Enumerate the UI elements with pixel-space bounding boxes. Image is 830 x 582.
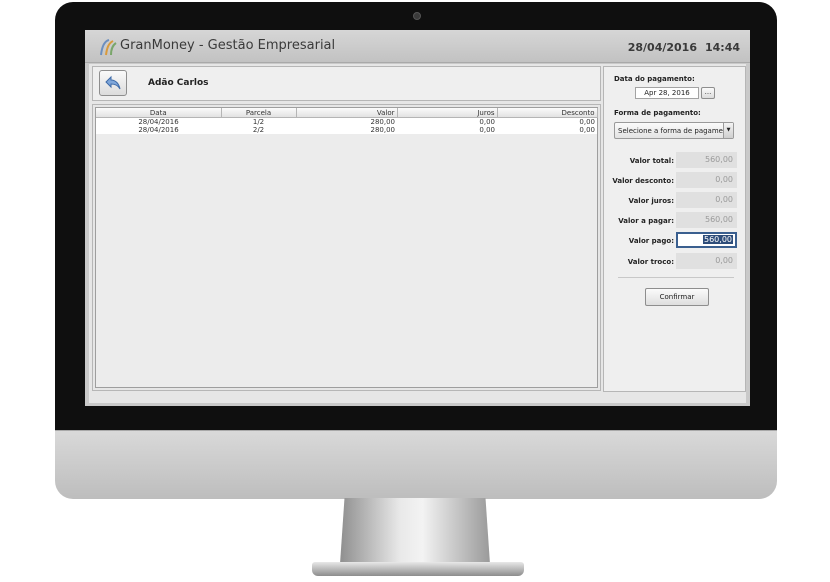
change-row: Valor troco: 0,00 bbox=[604, 253, 745, 270]
cell-data: 28/04/2016 bbox=[96, 126, 221, 134]
paid-label: Valor pago: bbox=[628, 237, 674, 245]
cell-desconto: 0,00 bbox=[497, 117, 597, 126]
client-name: Adão Carlos bbox=[148, 78, 209, 88]
date-picker-button[interactable]: ... bbox=[701, 87, 715, 99]
granmoney-logo-icon bbox=[100, 39, 117, 56]
paid-value-selected: 560,00 bbox=[703, 235, 733, 244]
back-button[interactable] bbox=[99, 70, 127, 96]
payment-method-value: Selecione a forma de pagame... bbox=[618, 127, 730, 135]
paid-row: Valor pago: 560,00 bbox=[604, 232, 745, 249]
column-header-data[interactable]: Data bbox=[96, 108, 222, 118]
current-date: 28/04/2016 bbox=[627, 41, 697, 54]
divider bbox=[618, 277, 734, 278]
cell-desconto: 0,00 bbox=[497, 126, 597, 134]
chevron-down-icon[interactable]: ▼ bbox=[723, 123, 733, 138]
column-header-valor[interactable]: Valor bbox=[296, 108, 398, 118]
app-title: GranMoney - Gestão Empresarial bbox=[120, 38, 336, 53]
topay-field: 560,00 bbox=[676, 212, 737, 228]
app-window: GranMoney - Gestão Empresarial 28/04/201… bbox=[85, 30, 750, 406]
table-row[interactable]: 28/04/2016 2/2 280,00 0,00 0,00 bbox=[96, 126, 597, 134]
column-header-parcela[interactable]: Parcela bbox=[221, 108, 297, 118]
cell-parcela: 1/2 bbox=[221, 117, 296, 126]
payment-panel: Data do pagamento: Apr 28, 2016 ... Form… bbox=[603, 66, 746, 392]
installments-panel: Data Parcela Valor Juros Desconto 28/04/… bbox=[92, 104, 601, 391]
cell-parcela: 2/2 bbox=[221, 126, 296, 134]
title-bar: GranMoney - Gestão Empresarial 28/04/201… bbox=[85, 30, 750, 63]
confirm-button[interactable]: Confirmar bbox=[645, 288, 709, 306]
cell-valor: 280,00 bbox=[296, 117, 397, 126]
discount-field: 0,00 bbox=[676, 172, 737, 188]
back-arrow-icon bbox=[105, 75, 121, 90]
paid-input[interactable]: 560,00 bbox=[676, 232, 737, 248]
column-header-juros[interactable]: Juros bbox=[397, 108, 498, 118]
topay-row: Valor a pagar: 560,00 bbox=[604, 212, 745, 229]
change-field: 0,00 bbox=[676, 253, 737, 269]
datetime-display: 28/04/2016 14:44 bbox=[620, 41, 740, 54]
monitor-chin bbox=[55, 430, 777, 499]
cell-data: 28/04/2016 bbox=[96, 117, 221, 126]
table-row[interactable]: 28/04/2016 1/2 280,00 0,00 0,00 bbox=[96, 117, 597, 126]
discount-label: Valor desconto: bbox=[612, 177, 674, 185]
payment-date-field[interactable]: Apr 28, 2016 bbox=[635, 87, 699, 99]
interest-field: 0,00 bbox=[676, 192, 737, 208]
client-header: Adão Carlos bbox=[92, 66, 601, 101]
total-row: Valor total: 560,00 bbox=[604, 152, 745, 169]
cell-juros: 0,00 bbox=[397, 126, 497, 134]
payment-date-label: Data do pagamento: bbox=[614, 75, 695, 83]
cell-valor: 280,00 bbox=[296, 126, 397, 134]
camera-icon bbox=[413, 12, 421, 20]
total-field: 560,00 bbox=[676, 152, 737, 168]
discount-row: Valor desconto: 0,00 bbox=[604, 172, 745, 189]
installments-table-container: Data Parcela Valor Juros Desconto 28/04/… bbox=[95, 107, 598, 388]
monitor-base bbox=[312, 562, 524, 576]
total-label: Valor total: bbox=[629, 157, 674, 165]
table-header-row: Data Parcela Valor Juros Desconto bbox=[96, 108, 598, 118]
current-time: 14:44 bbox=[704, 41, 740, 54]
topay-label: Valor a pagar: bbox=[618, 217, 674, 225]
work-area: Adão Carlos Data Parcela Valor Juros Des… bbox=[89, 64, 746, 403]
payment-method-label: Forma de pagamento: bbox=[614, 109, 701, 117]
interest-label: Valor juros: bbox=[628, 197, 674, 205]
monitor-stand bbox=[340, 498, 490, 564]
cell-juros: 0,00 bbox=[397, 117, 497, 126]
interest-row: Valor juros: 0,00 bbox=[604, 192, 745, 209]
change-label: Valor troco: bbox=[627, 258, 674, 266]
column-header-desconto[interactable]: Desconto bbox=[497, 108, 598, 118]
installments-table: Data Parcela Valor Juros Desconto 28/04/… bbox=[96, 108, 598, 134]
payment-method-select[interactable]: Selecione a forma de pagame... ▼ bbox=[614, 122, 734, 139]
